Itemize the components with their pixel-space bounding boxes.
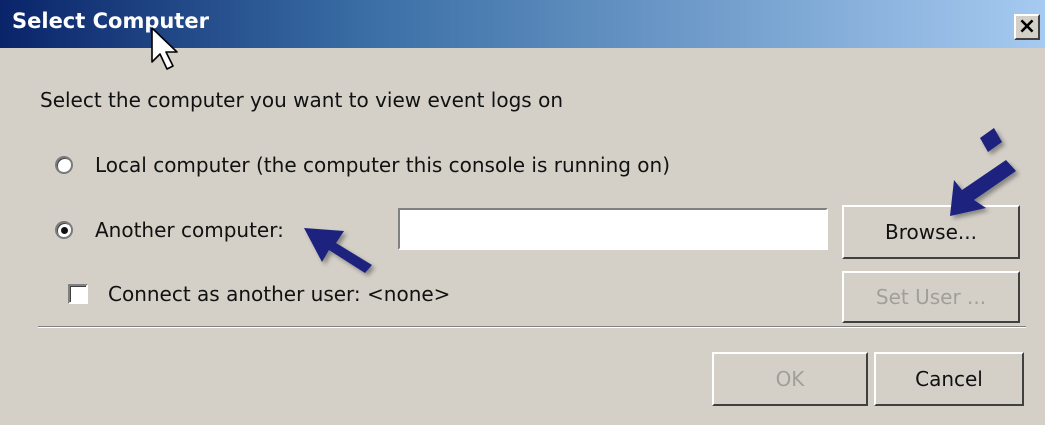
browse-button[interactable]: Browse... bbox=[842, 205, 1020, 259]
connect-as-checkbox[interactable] bbox=[68, 284, 88, 304]
local-computer-label[interactable]: Local computer (the computer this consol… bbox=[95, 153, 670, 177]
another-computer-label[interactable]: Another computer: bbox=[95, 218, 284, 242]
set-user-button[interactable]: Set User ... bbox=[842, 271, 1020, 323]
computer-name-input[interactable] bbox=[398, 208, 828, 250]
connect-as-label[interactable]: Connect as another user: <none> bbox=[108, 282, 450, 306]
another-computer-option[interactable]: Another computer: bbox=[55, 218, 284, 242]
title-bar[interactable]: Select Computer × bbox=[0, 0, 1045, 48]
radio-selected-dot bbox=[60, 226, 68, 234]
local-computer-option[interactable]: Local computer (the computer this consol… bbox=[55, 153, 670, 177]
another-computer-radio[interactable] bbox=[55, 221, 73, 239]
prompt-text: Select the computer you want to view eve… bbox=[40, 88, 563, 112]
select-computer-dialog: Select Computer × Select the computer yo… bbox=[0, 0, 1045, 425]
close-button[interactable]: × bbox=[1014, 14, 1040, 40]
local-computer-radio[interactable] bbox=[55, 156, 73, 174]
ok-button[interactable]: OK bbox=[712, 352, 868, 406]
close-icon: × bbox=[1017, 14, 1037, 39]
cancel-button[interactable]: Cancel bbox=[874, 352, 1024, 406]
window-title: Select Computer bbox=[12, 9, 209, 33]
separator bbox=[38, 326, 1026, 328]
